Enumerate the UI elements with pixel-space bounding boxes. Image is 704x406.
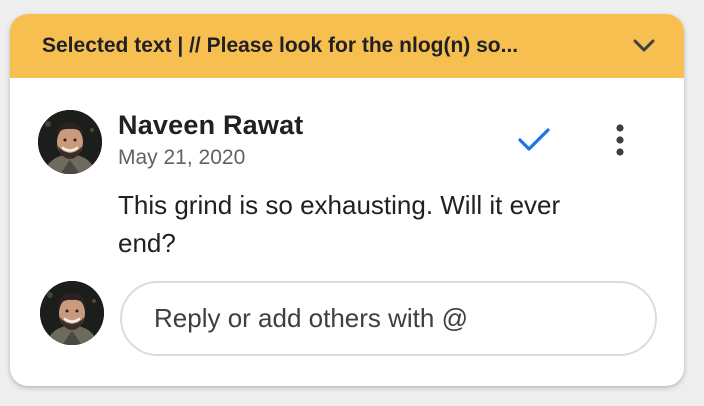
reply-placeholder: Reply or add others with @ — [154, 303, 468, 333]
more-vert-icon — [616, 124, 624, 156]
selected-text-label: Selected text | // Please look for the n… — [42, 34, 519, 57]
comment-body: This grind is so exhausting. Will it eve… — [118, 190, 561, 258]
stage: Selected text | // Please look for the n… — [0, 0, 704, 406]
reply-input[interactable]: Reply or add others with @ — [120, 281, 657, 356]
avatar — [40, 281, 104, 345]
resolve-button[interactable] — [514, 120, 554, 160]
chevron-down-icon[interactable] — [630, 32, 658, 60]
more-options-button[interactable] — [600, 120, 640, 160]
comment-card: Selected text | // Please look for the n… — [10, 14, 684, 386]
avatar — [38, 110, 102, 174]
comment-date: May 21, 2020 — [118, 146, 246, 169]
comment-card-header[interactable]: Selected text | // Please look for the n… — [10, 14, 684, 78]
checkmark-icon — [518, 128, 550, 151]
comment-author: Naveen Rawat — [118, 110, 304, 140]
